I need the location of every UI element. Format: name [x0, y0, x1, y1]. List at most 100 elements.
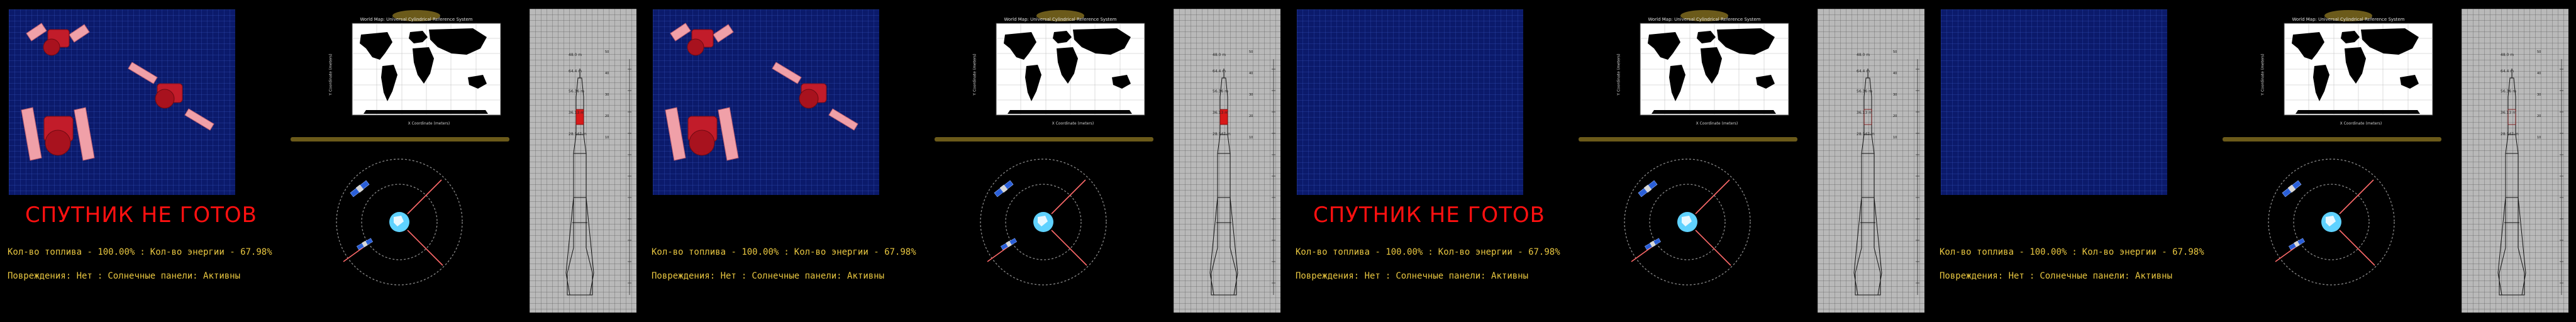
- fuel-label: Кол-во топлива: [652, 247, 726, 257]
- separator-bar: [291, 137, 509, 142]
- satellite-icon: [665, 107, 739, 161]
- fuel-label: Кол-во топлива: [8, 247, 82, 257]
- satellite-icon: [772, 62, 858, 131]
- energy-label: Кол-во энергии: [150, 247, 225, 257]
- energy-label: Кол-во энергии: [794, 247, 869, 257]
- map-y-axis-label: Y Coordinate (meters): [1616, 53, 1621, 96]
- orbit-diagram: [2259, 150, 2404, 294]
- solar-panels-value: Активны: [1491, 271, 1529, 281]
- altitude-label: 36.13 m: [569, 111, 584, 115]
- satellite-viewport: [9, 9, 235, 195]
- rocket-diagram: 50 40 30 20 10 48.0 m 64.4 m 56.36 m 36.13…: [2462, 9, 2568, 313]
- svg-text:50: 50: [1249, 50, 1253, 54]
- mission-panel-3: СПУТНИК НЕ ГОТОВ Кол-во топлива - 100.00…: [1288, 0, 1932, 322]
- orbit-graphic: [980, 158, 1107, 286]
- svg-text:50: 50: [2537, 50, 2541, 54]
- energy-value: 67.98%: [240, 247, 272, 257]
- rocket-icon: 50 40 30 20 10: [565, 50, 631, 296]
- svg-text:10: 10: [2537, 136, 2541, 140]
- mission-panel-4: Кол-во топлива - 100.00%: Кол-во энергии …: [1932, 0, 2576, 322]
- altitude-label: 28.147 m: [1857, 132, 1875, 136]
- map-y-axis-label: Y Coordinate (meters): [328, 53, 333, 96]
- altitude-label: 56.36 m: [2501, 89, 2516, 94]
- solar-panels-value: Активны: [847, 271, 885, 281]
- svg-text:10: 10: [1249, 136, 1253, 140]
- svg-text:40: 40: [2537, 72, 2541, 75]
- map-x-axis-label: X Coordinate (meters): [1052, 121, 1094, 126]
- energy-value: 67.98%: [1528, 247, 1560, 257]
- map-x-axis-label: X Coordinate (meters): [2340, 121, 2382, 126]
- mission-panel-2: Кол-во топлива - 100.00%: Кол-во энергии …: [644, 0, 1288, 322]
- fuel-label: Кол-во топлива: [1296, 247, 1370, 257]
- svg-text:20: 20: [2537, 114, 2541, 118]
- damage-value: Нет: [720, 271, 736, 281]
- damage-label: Повреждения: [1296, 271, 1354, 281]
- world-map-graphic: [996, 10, 1145, 116]
- svg-text:30: 30: [1249, 93, 1253, 97]
- svg-text:40: 40: [1893, 72, 1897, 75]
- orbit-diagram: [971, 150, 1116, 294]
- damage-label: Повреждения: [1940, 271, 1998, 281]
- altitude-label: 48.0 m: [569, 53, 582, 57]
- damage-value: Нет: [76, 271, 92, 281]
- separator-bar: [1579, 137, 1797, 142]
- separator-bar: [935, 137, 1153, 142]
- satellite-icon: [350, 180, 370, 197]
- orbit-diagram: [327, 150, 472, 294]
- svg-text:50: 50: [605, 50, 609, 54]
- energy-label: Кол-во энергии: [2082, 247, 2157, 257]
- damage-panels-readout: Повреждения: Нет: Солнечные панели: Актив…: [1296, 271, 1529, 281]
- map-title: World Map: Universal Cylindrical Referen…: [1004, 17, 1117, 22]
- damage-panels-readout: Повреждения: Нет: Солнечные панели: Актив…: [652, 271, 885, 281]
- svg-text:10: 10: [1893, 136, 1897, 140]
- energy-value: 67.98%: [884, 247, 916, 257]
- altitude-label: 56.36 m: [1213, 89, 1228, 94]
- satellite-icon: [2282, 180, 2302, 197]
- satellite-viewport: [1297, 9, 1523, 195]
- fuel-label: Кол-во топлива: [1940, 247, 2014, 257]
- world-map: World Map: Universal Cylindrical Referen…: [2254, 9, 2443, 126]
- satellite-icon: [26, 23, 90, 56]
- fuel-energy-readout: Кол-во топлива - 100.00%: Кол-во энергии …: [1296, 247, 1560, 257]
- satellite-icon: [1000, 238, 1018, 250]
- svg-text:30: 30: [2537, 93, 2541, 97]
- energy-label: Кол-во энергии: [1438, 247, 1513, 257]
- solar-panels-value: Активны: [2135, 271, 2173, 281]
- svg-text:20: 20: [1893, 114, 1897, 118]
- orbit-graphic: [1624, 158, 1751, 286]
- world-map-graphic: [352, 10, 501, 116]
- rocket-diagram: 50 40 30 20 10 48.0 m 64.4 m 56.36 m 36.13…: [1174, 9, 1280, 313]
- altitude-label: 36.13 m: [1213, 111, 1228, 115]
- svg-text:50: 50: [1893, 50, 1897, 54]
- solar-panels-label: Солнечные панели: [2040, 271, 2125, 281]
- satellite-models: [21, 23, 214, 161]
- satellite-icon: [1644, 238, 1662, 250]
- damage-label: Повреждения: [652, 271, 710, 281]
- satellite-icon: [2288, 238, 2306, 250]
- fuel-energy-readout: Кол-во топлива - 100.00%: Кол-во энергии …: [8, 247, 272, 257]
- altitude-label: 48.0 m: [2501, 53, 2514, 57]
- satellite-icon: [670, 23, 734, 56]
- altitude-label: 36.13 m: [2501, 111, 2516, 115]
- solar-panels-label: Солнечные панели: [752, 271, 837, 281]
- rocket-diagram: 50 40 30 20 10 48.0 m 64.4 m 56.36 m 36.13…: [530, 9, 636, 313]
- satellite-icon: [356, 238, 374, 250]
- svg-text:30: 30: [605, 93, 609, 97]
- fuel-value: 100.00%: [97, 247, 135, 257]
- fuel-value: 100.00%: [1385, 247, 1423, 257]
- mission-panel-1: СПУТНИК НЕ ГОТОВ Кол-во топлива - 100.00…: [0, 0, 644, 322]
- fuel-energy-readout: Кол-во топлива - 100.00%: Кол-во энергии …: [652, 247, 916, 257]
- rocket-icon: 50 40 30 20 10: [1853, 50, 1919, 296]
- altitude-label: 28.147 m: [2501, 132, 2519, 136]
- altitude-label: 56.36 m: [1857, 89, 1872, 94]
- world-map: World Map: Universal Cylindrical Referen…: [966, 9, 1155, 126]
- map-x-axis-label: X Coordinate (meters): [1696, 121, 1738, 126]
- map-y-axis-label: Y Coordinate (meters): [972, 53, 977, 96]
- satellite-viewport: [1941, 9, 2167, 195]
- altitude-label: 28.147 m: [569, 132, 587, 136]
- map-y-axis-label: Y Coordinate (meters): [2260, 53, 2265, 96]
- altitude-label: 56.36 m: [569, 89, 584, 94]
- solar-panels-label: Солнечные панели: [1396, 271, 1481, 281]
- altitude-label: 64.4 m: [1213, 69, 1226, 74]
- solar-panels-label: Солнечные панели: [108, 271, 193, 281]
